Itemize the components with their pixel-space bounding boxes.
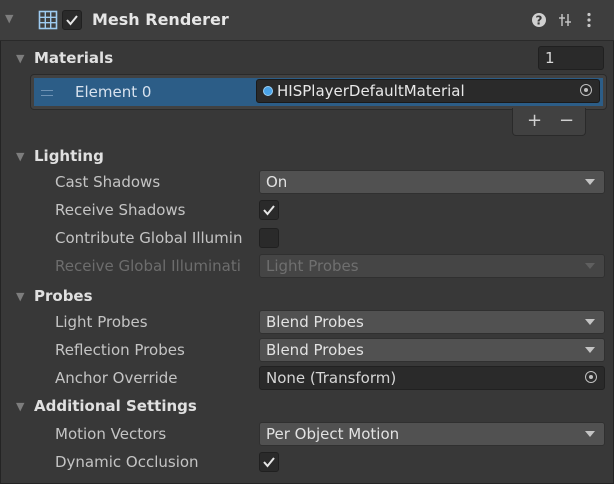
- materials-section-header[interactable]: ▼ Materials 1: [0, 44, 614, 72]
- kebab-menu-icon[interactable]: [586, 12, 592, 32]
- reflection-probes-value: Blend Probes: [266, 341, 364, 359]
- element-label: Element 0: [75, 83, 152, 101]
- receive-shadows-checkbox[interactable]: [259, 200, 279, 220]
- component-enabled-checkbox[interactable]: [62, 10, 82, 30]
- help-icon[interactable]: ?: [531, 12, 547, 32]
- anchor-override-field[interactable]: None (Transform): [259, 366, 605, 390]
- motion-vectors-label: Motion Vectors: [55, 425, 167, 443]
- reflection-probes-row: Reflection Probes Blend Probes: [0, 336, 614, 364]
- contribute-gi-label: Contribute Global Illumin: [55, 229, 243, 247]
- light-probes-value: Blend Probes: [266, 313, 364, 331]
- cast-shadows-value: On: [266, 173, 288, 191]
- anchor-override-label: Anchor Override: [55, 369, 178, 387]
- materials-add-remove-footer: + −: [512, 108, 586, 136]
- svg-text:?: ?: [536, 14, 543, 28]
- object-picker-icon[interactable]: [580, 84, 592, 96]
- chevron-down-icon: [585, 179, 595, 185]
- cast-shadows-dropdown[interactable]: On: [259, 170, 605, 194]
- materials-count-field[interactable]: 1: [538, 46, 604, 70]
- cast-shadows-row: Cast Shadows On: [0, 168, 614, 196]
- contribute-gi-checkbox[interactable]: [259, 228, 279, 248]
- add-element-button[interactable]: +: [527, 110, 542, 131]
- motion-vectors-row: Motion Vectors Per Object Motion: [0, 420, 614, 448]
- chevron-down-icon: [585, 263, 595, 269]
- dynamic-occlusion-label: Dynamic Occlusion: [55, 453, 199, 471]
- fold-arrow-icon[interactable]: ▼: [16, 52, 24, 65]
- material-sphere-icon: [263, 86, 273, 96]
- material-element-row[interactable]: Element 0 HISPlayerDefaultMaterial: [34, 78, 603, 106]
- receive-shadows-row: Receive Shadows: [0, 196, 614, 224]
- anchor-override-value: None (Transform): [266, 369, 397, 387]
- probes-title: Probes: [34, 287, 93, 305]
- chevron-down-icon: [585, 431, 595, 437]
- chevron-down-icon: [585, 347, 595, 353]
- receive-gi-dropdown: Light Probes: [259, 254, 605, 278]
- materials-list: Element 0 HISPlayerDefaultMaterial: [30, 74, 607, 110]
- lighting-section-header[interactable]: ▼ Lighting: [0, 142, 614, 170]
- receive-gi-row: Receive Global Illuminati Light Probes: [0, 252, 614, 280]
- material-object-field[interactable]: HISPlayerDefaultMaterial: [256, 79, 600, 103]
- light-probes-label: Light Probes: [55, 313, 148, 331]
- component-title: Mesh Renderer: [92, 10, 229, 29]
- receive-shadows-label: Receive Shadows: [55, 201, 186, 219]
- dynamic-occlusion-checkbox[interactable]: [259, 452, 279, 472]
- additional-settings-title: Additional Settings: [34, 397, 197, 415]
- drag-handle-icon[interactable]: [41, 90, 53, 96]
- reflection-probes-dropdown[interactable]: Blend Probes: [259, 338, 605, 362]
- material-field-value: HISPlayerDefaultMaterial: [277, 82, 465, 100]
- chevron-down-icon: [585, 319, 595, 325]
- receive-gi-label: Receive Global Illuminati: [55, 257, 241, 275]
- mesh-renderer-icon: [38, 10, 58, 34]
- remove-element-button[interactable]: −: [559, 110, 574, 131]
- receive-gi-value: Light Probes: [266, 257, 359, 275]
- fold-arrow-icon[interactable]: ▼: [5, 12, 13, 25]
- additional-settings-section-header[interactable]: ▼ Additional Settings: [0, 392, 614, 420]
- object-picker-icon[interactable]: [585, 371, 597, 383]
- reflection-probes-label: Reflection Probes: [55, 341, 185, 359]
- fold-arrow-icon[interactable]: ▼: [16, 150, 24, 163]
- probes-section-header[interactable]: ▼ Probes: [0, 282, 614, 310]
- motion-vectors-value: Per Object Motion: [266, 425, 400, 443]
- component-header[interactable]: ▼ Mesh Renderer ?: [0, 0, 614, 41]
- motion-vectors-dropdown[interactable]: Per Object Motion: [259, 422, 605, 446]
- contribute-gi-row: Contribute Global Illumin: [0, 224, 614, 252]
- dynamic-occlusion-row: Dynamic Occlusion: [0, 448, 614, 476]
- cast-shadows-label: Cast Shadows: [55, 173, 161, 191]
- checkmark-icon: [263, 457, 275, 468]
- light-probes-row: Light Probes Blend Probes: [0, 308, 614, 336]
- materials-title: Materials: [34, 49, 114, 67]
- checkmark-icon: [263, 205, 275, 216]
- fold-arrow-icon[interactable]: ▼: [16, 290, 24, 303]
- light-probes-dropdown[interactable]: Blend Probes: [259, 310, 605, 334]
- fold-arrow-icon[interactable]: ▼: [16, 400, 24, 413]
- checkmark-icon: [66, 15, 78, 26]
- anchor-override-row: Anchor Override None (Transform): [0, 364, 614, 392]
- presets-icon[interactable]: [557, 12, 573, 32]
- lighting-title: Lighting: [34, 147, 104, 165]
